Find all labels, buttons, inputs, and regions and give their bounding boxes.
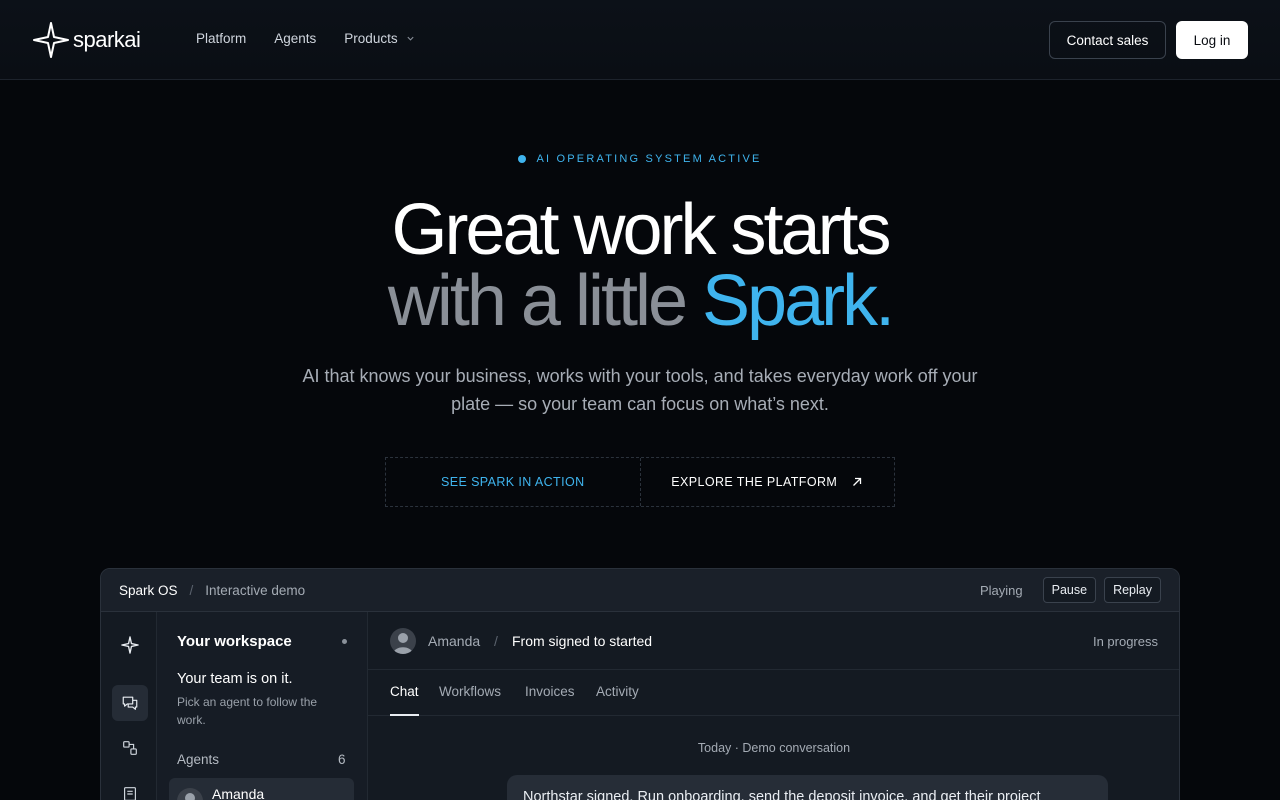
explore-platform-button[interactable]: EXPLORE THE PLATFORM xyxy=(641,458,895,506)
message-bubble: Northstar signed. Run onboarding, send t… xyxy=(507,775,1108,800)
workflow-icon xyxy=(123,741,137,755)
rail-docs-button[interactable] xyxy=(112,776,148,800)
avatar xyxy=(177,788,203,800)
conversation-date: Today · Demo conversation xyxy=(697,741,851,755)
avatar xyxy=(390,628,416,654)
tab-chat[interactable]: Chat xyxy=(390,684,419,699)
cta-group: SEE SPARK IN ACTION EXPLORE THE PLATFORM xyxy=(385,457,895,507)
chevron-down-icon xyxy=(406,36,414,41)
workspace-title: Your workspace xyxy=(177,633,292,650)
pause-button[interactable]: Pause xyxy=(1042,577,1097,603)
breadcrumb-separator: / xyxy=(189,582,194,598)
status-indicator: AI OPERATING SYSTEM ACTIVE xyxy=(0,153,1280,165)
brand-name: sparkai xyxy=(73,27,141,52)
avatar-person-icon xyxy=(185,793,195,800)
demo-window: Spark OS / Interactive demo Playing Paus… xyxy=(100,568,1180,800)
team-status: Your team is on it. xyxy=(177,671,293,687)
agent-name: Amanda xyxy=(212,786,265,800)
tab-invoices[interactable]: Invoices xyxy=(525,684,575,699)
login-button[interactable]: Log in xyxy=(1176,21,1248,59)
workspace-panel: Your workspace Your team is on it. Pick … xyxy=(157,612,368,800)
demo-titlebar: Spark OS / Interactive demo Playing Paus… xyxy=(101,569,1179,612)
nav-links: Platform Agents Products xyxy=(196,31,443,46)
conversation-agent: Amanda xyxy=(428,633,481,649)
playback-controls: Playing Pause Replay xyxy=(980,577,1161,603)
conversation-title: From signed to started xyxy=(512,633,653,649)
agents-count: 6 xyxy=(338,752,346,767)
rail-chat-button[interactable] xyxy=(112,685,148,721)
agents-label: Agents xyxy=(177,752,220,767)
hero-subtitle: AI that knows your business, works with … xyxy=(302,366,978,414)
agent-item[interactable]: Amanda xyxy=(169,778,354,800)
conversation-header: Amanda / From signed to started In progr… xyxy=(368,612,1179,670)
rail-workflows-button[interactable] xyxy=(112,730,148,766)
conversation-panel: Amanda / From signed to started In progr… xyxy=(368,612,1179,800)
nav-link-products[interactable]: Products xyxy=(344,31,414,46)
chat-icon xyxy=(122,696,138,710)
replay-button[interactable]: Replay xyxy=(1104,577,1161,603)
explore-platform-label: EXPLORE THE PLATFORM xyxy=(671,475,838,489)
avatar-person-icon xyxy=(393,633,413,654)
brand-logo[interactable]: sparkai xyxy=(33,22,141,58)
conversation-separator: / xyxy=(494,633,498,649)
headline-line-2-prefix: with a little xyxy=(387,261,703,341)
workspace-status-dot-icon xyxy=(342,639,347,644)
status-text: AI OPERATING SYSTEM ACTIVE xyxy=(536,153,762,165)
arrow-up-right-icon xyxy=(853,477,862,486)
tab-workflows[interactable]: Workflows xyxy=(439,684,501,699)
icon-rail xyxy=(101,612,157,800)
document-icon xyxy=(124,787,136,800)
headline-line-2: with a little Spark. xyxy=(0,265,1280,337)
conversation-tabs: Chat Workflows Invoices Activity xyxy=(368,670,1179,716)
playback-status: Playing xyxy=(979,582,1023,598)
breadcrumb-app[interactable]: Spark OS xyxy=(119,583,178,598)
contact-sales-button[interactable]: Contact sales xyxy=(1049,21,1166,59)
headline-accent: Spark. xyxy=(702,261,895,341)
nav-link-agents[interactable]: Agents xyxy=(274,31,316,46)
status-dot-icon xyxy=(518,155,527,163)
tab-activity[interactable]: Activity xyxy=(596,684,639,699)
active-tab-indicator xyxy=(390,714,419,716)
top-nav: sparkai Platform Agents Products Contact… xyxy=(0,0,1280,80)
agent-hint: Pick an agent to follow the work. xyxy=(177,695,318,727)
spark-star-icon xyxy=(121,636,139,654)
nav-link-products-label: Products xyxy=(344,31,398,46)
spark-star-icon xyxy=(33,22,69,58)
rail-home-logo[interactable] xyxy=(112,627,148,663)
see-spark-label: SEE SPARK IN ACTION xyxy=(440,475,585,489)
see-spark-button[interactable]: SEE SPARK IN ACTION xyxy=(386,458,641,506)
breadcrumb-page: Interactive demo xyxy=(205,582,306,598)
conversation-status: In progress xyxy=(1092,634,1158,649)
nav-link-platform[interactable]: Platform xyxy=(196,31,246,46)
headline-line-1: Great work starts xyxy=(391,190,891,270)
